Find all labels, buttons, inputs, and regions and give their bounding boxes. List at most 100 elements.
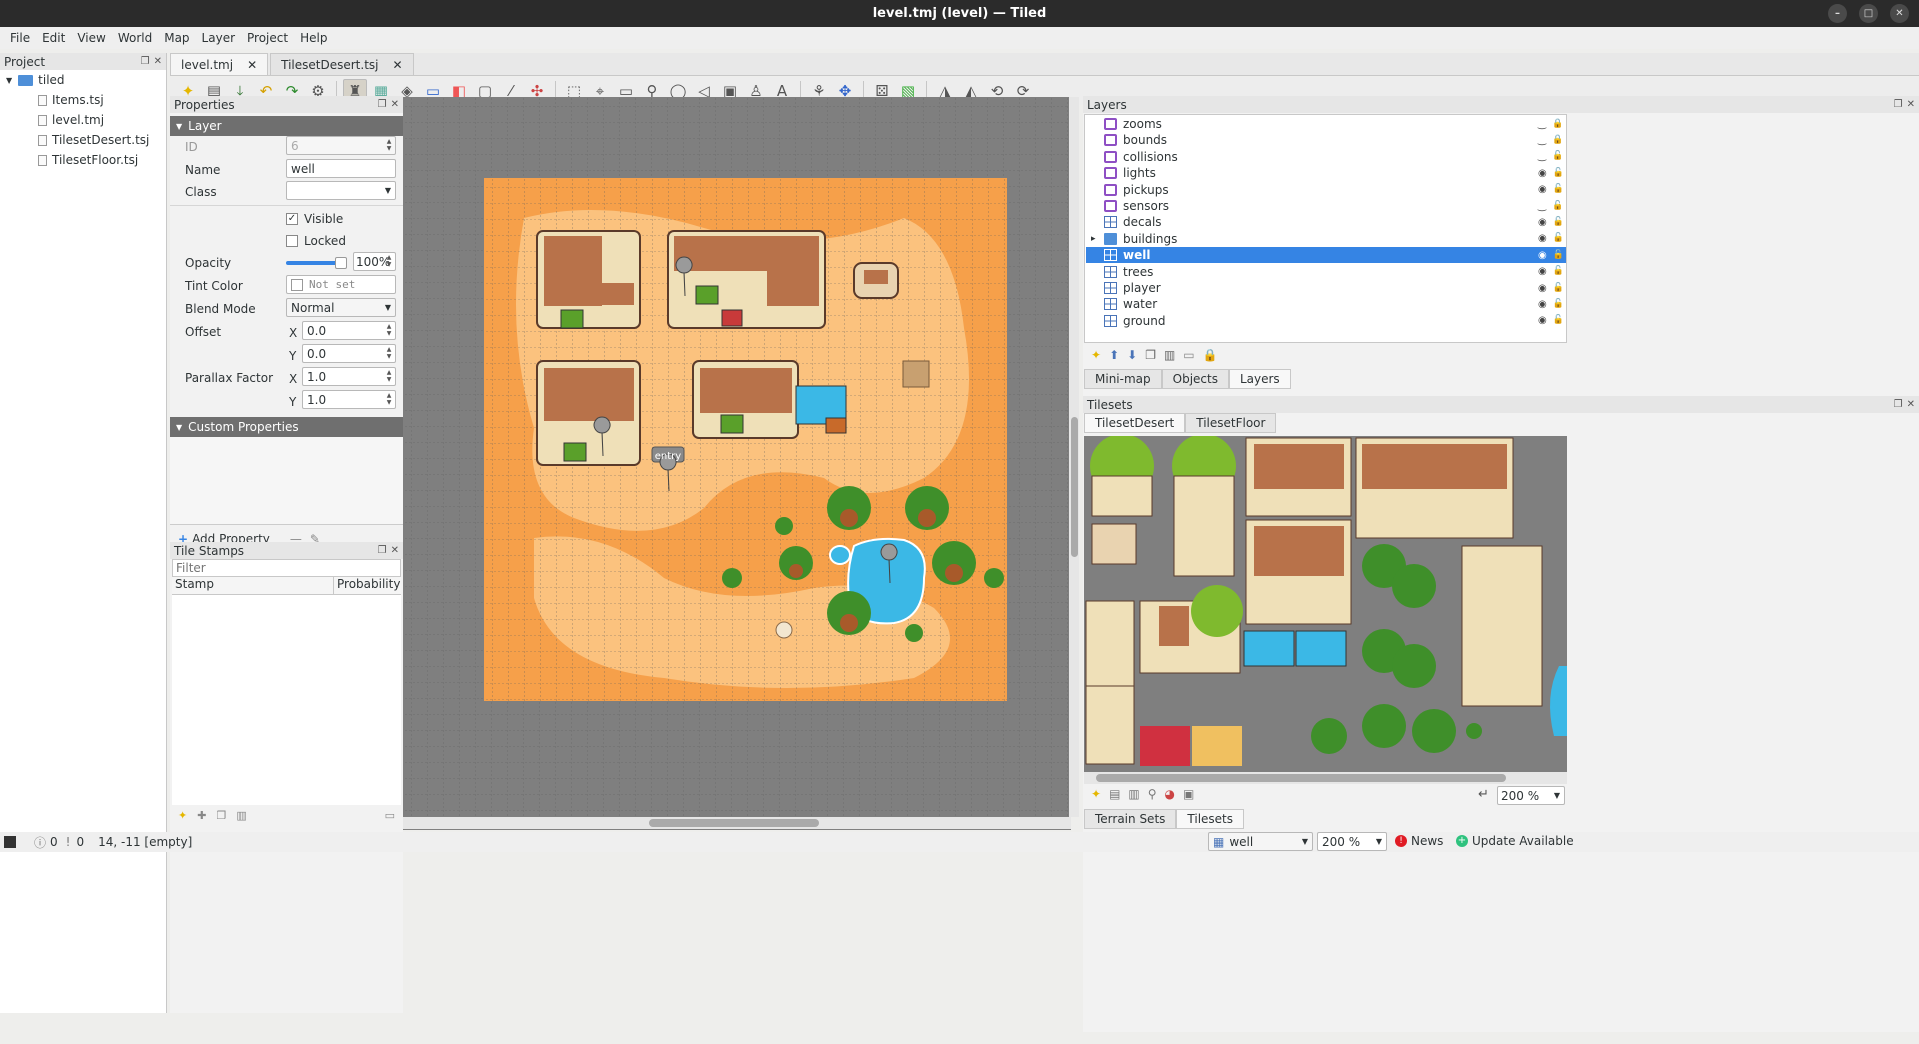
layer-section-header[interactable]: ▼ Layer <box>170 116 403 136</box>
visible-checkbox[interactable]: ✓ Visible <box>286 212 343 226</box>
layer-row-lights[interactable]: lights ◉ 🔓 <box>1086 165 1566 181</box>
project-root[interactable]: ▼ tiled <box>0 70 166 90</box>
expand-icon[interactable]: ▸ <box>1091 234 1096 244</box>
unlock-icon[interactable]: 🔓 <box>1553 315 1564 326</box>
console-icon[interactable] <box>4 836 16 848</box>
add-variation-icon[interactable]: ✚ <box>197 809 206 822</box>
current-layer-combo[interactable]: ▦ well ▼ <box>1208 832 1313 851</box>
export-tileset-icon[interactable]: ▥ <box>1128 787 1139 801</box>
spin-icon[interactable]: ▲ ▼ <box>384 323 394 337</box>
spin-icon[interactable]: ▲ ▼ <box>384 254 394 268</box>
error-icon[interactable]: ! <box>66 835 71 849</box>
close-panel-icon[interactable]: ✕ <box>1907 99 1915 110</box>
minimize-icon[interactable]: – <box>1828 4 1847 23</box>
probability-column[interactable]: Probability <box>334 577 400 594</box>
tileset-view[interactable] <box>1084 436 1567 772</box>
maximize-icon[interactable]: □ <box>1859 4 1878 23</box>
duplicate-icon[interactable]: ❐ <box>216 809 226 822</box>
new-layer-icon[interactable]: ✦ <box>1091 348 1101 362</box>
embed-tileset-icon[interactable]: ▤ <box>1109 787 1120 801</box>
duplicate-layer-icon[interactable]: ❐ <box>1145 348 1156 362</box>
class-combo[interactable]: ▼ <box>286 181 396 200</box>
opacity-slider-handle[interactable] <box>335 257 347 269</box>
menu-world[interactable]: World <box>112 31 158 45</box>
menu-layer[interactable]: Layer <box>196 31 241 45</box>
eye-icon[interactable]: ◉ <box>1538 168 1547 179</box>
spin-icon[interactable]: ▲ ▼ <box>384 369 394 383</box>
tab-tileset-desert[interactable]: TilesetDesert <box>1084 413 1186 433</box>
unlock-icon[interactable]: 🔓 <box>1553 283 1564 294</box>
layer-row-zooms[interactable]: zooms ‿ 🔒 <box>1086 116 1566 132</box>
map-horizontal-scrollbar[interactable] <box>403 817 1071 829</box>
eye-icon[interactable]: ◉ <box>1538 250 1547 261</box>
eye-closed-icon[interactable]: ‿ <box>1538 151 1546 162</box>
float-icon[interactable]: ❐ <box>378 99 387 110</box>
map-vertical-scrollbar[interactable] <box>1069 97 1079 817</box>
menu-map[interactable]: Map <box>158 31 195 45</box>
unlock-icon[interactable]: 🔓 <box>1553 250 1564 261</box>
close-panel-icon[interactable]: ✕ <box>391 545 399 556</box>
blend-mode-combo[interactable]: Normal ▼ <box>286 298 396 317</box>
undo-zoom-icon[interactable]: ↵ <box>1478 787 1489 802</box>
eye-icon[interactable]: ◉ <box>1538 184 1547 195</box>
news-button[interactable]: ! News <box>1395 834 1443 848</box>
scroll-thumb[interactable] <box>1096 774 1506 782</box>
layer-row-sensors[interactable]: sensors ‿ 🔓 <box>1086 198 1566 214</box>
menu-help[interactable]: Help <box>294 31 333 45</box>
show-hide-other-icon[interactable]: ▭ <box>1183 348 1194 362</box>
unlock-icon[interactable]: 🔓 <box>1553 184 1564 195</box>
name-field[interactable]: well <box>286 159 396 178</box>
offset-y-field[interactable]: 0.0 ▲ ▼ <box>302 344 396 363</box>
float-icon[interactable]: ❐ <box>1894 99 1903 110</box>
project-file[interactable]: Items.tsj <box>0 90 166 110</box>
update-available-button[interactable]: + Update Available <box>1456 834 1574 848</box>
new-tileset-icon[interactable]: ✦ <box>1091 787 1101 801</box>
tab-tileset-floor[interactable]: TilesetFloor <box>1185 413 1277 433</box>
expand-icon[interactable]: ▼ <box>6 76 12 85</box>
scroll-thumb[interactable] <box>1071 417 1078 557</box>
tileset-zoom-combo[interactable]: 200 % ▼ <box>1497 786 1565 805</box>
scroll-thumb[interactable] <box>649 819 819 827</box>
custom-properties-header[interactable]: ▼ Custom Properties <box>170 417 403 437</box>
eye-icon[interactable]: ◉ <box>1538 283 1547 294</box>
menu-view[interactable]: View <box>71 31 111 45</box>
selected-tile-rect[interactable] <box>902 360 930 388</box>
tab-objects[interactable]: Objects <box>1161 369 1229 389</box>
unlock-icon[interactable]: 🔓 <box>1553 233 1564 244</box>
lower-layer-icon[interactable]: ⬇ <box>1127 348 1137 362</box>
layer-row-trees[interactable]: trees ◉ 🔓 <box>1086 264 1566 280</box>
remove-tileset-icon[interactable]: ▣ <box>1183 787 1194 801</box>
menu-edit[interactable]: Edit <box>36 31 71 45</box>
unlock-icon[interactable]: 🔓 <box>1553 266 1564 277</box>
map-svg[interactable] <box>403 97 1071 830</box>
project-file[interactable]: TilesetDesert.tsj <box>0 130 166 150</box>
eye-icon[interactable]: ◉ <box>1538 233 1547 244</box>
offset-x-field[interactable]: 0.0 ▲ ▼ <box>302 321 396 340</box>
layer-row-decals[interactable]: decals ◉ 🔓 <box>1086 214 1566 230</box>
parallax-x-field[interactable]: 1.0 ▲ ▼ <box>302 367 396 386</box>
menu-project[interactable]: Project <box>241 31 294 45</box>
unlock-icon[interactable]: 🔓 <box>1552 201 1563 212</box>
eye-closed-icon[interactable]: ‿ <box>1538 119 1546 130</box>
layer-row-bounds[interactable]: bounds ‿ 🔒 <box>1086 132 1566 148</box>
warning-icon[interactable]: ⓘ <box>34 834 46 851</box>
spin-icon[interactable]: ▲ ▼ <box>384 392 394 406</box>
close-icon[interactable]: ✕ <box>1890 4 1909 23</box>
layer-row-player[interactable]: player ◉ 🔓 <box>1086 280 1566 296</box>
delete-layer-icon[interactable]: ▥ <box>1164 348 1175 362</box>
zoom-combo[interactable]: 200 % ▼ <box>1317 832 1387 851</box>
opacity-field[interactable]: 100% ▲ ▼ <box>353 252 396 271</box>
close-tab-icon[interactable]: ✕ <box>247 58 257 72</box>
unlock-icon[interactable]: 🔓 <box>1552 151 1563 162</box>
layer-row-collisions[interactable]: collisions ‿ 🔓 <box>1086 149 1566 165</box>
eye-icon[interactable]: ◉ <box>1538 217 1547 228</box>
layer-row-buildings[interactable]: ▸ buildings ◉ 🔓 <box>1086 231 1566 247</box>
unlock-icon[interactable]: 🔓 <box>1553 299 1564 310</box>
edit-tileset-icon[interactable]: ⚲ <box>1148 787 1157 801</box>
float-icon[interactable]: ❐ <box>1894 399 1903 410</box>
lock-layer-icon[interactable]: 🔒 <box>1203 348 1218 362</box>
eye-closed-icon[interactable]: ‿ <box>1538 135 1546 146</box>
tint-color-button[interactable]: Not set <box>286 275 396 294</box>
tab-tileset-desert[interactable]: TilesetDesert.tsj ✕ <box>270 53 414 75</box>
project-file[interactable]: level.tmj <box>0 110 166 130</box>
